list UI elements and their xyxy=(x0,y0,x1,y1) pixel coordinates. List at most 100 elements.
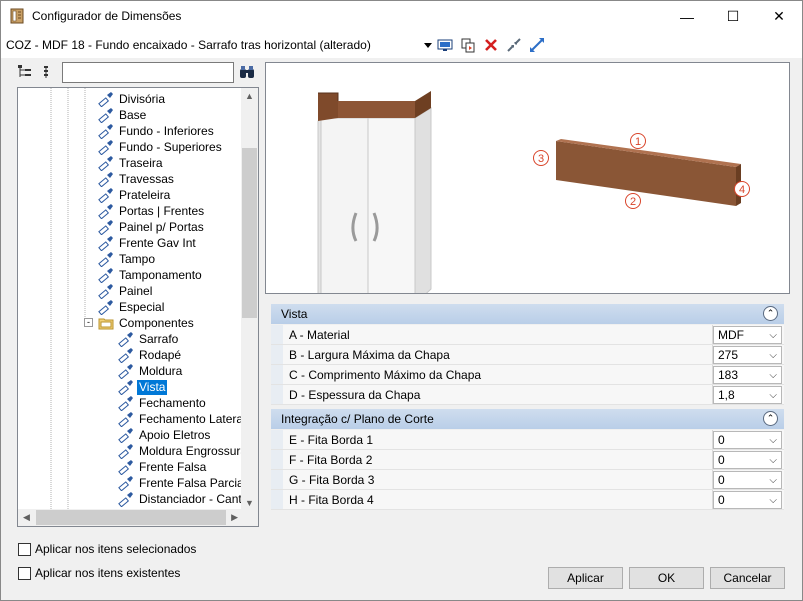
property-value-dropdown[interactable]: MDF ⌵ xyxy=(713,326,782,344)
chevron-down-icon[interactable]: ⌵ xyxy=(769,435,777,446)
chevron-down-icon[interactable]: ⌵ xyxy=(769,475,777,486)
maximize-button[interactable]: ☐ xyxy=(710,1,756,32)
apply-selected-checkbox[interactable]: Aplicar nos itens selecionados xyxy=(18,542,196,556)
tree-hierarchy-icon[interactable] xyxy=(17,64,33,80)
tree-item[interactable]: Divisória xyxy=(98,91,167,107)
tree-list-icon[interactable] xyxy=(41,64,57,80)
tree-horizontal-scrollbar[interactable]: ◀ ▶ xyxy=(18,509,243,526)
scroll-down-arrow-icon[interactable]: ▼ xyxy=(245,498,254,508)
tree-item[interactable]: Moldura Engrossuram xyxy=(118,443,258,459)
tree-item-label: Painel p/ Portas xyxy=(119,219,204,234)
chevron-down-icon[interactable]: ⌵ xyxy=(769,390,777,401)
tree-item[interactable]: Vista xyxy=(118,379,168,395)
chevron-down-icon[interactable]: ⌵ xyxy=(769,495,777,506)
cancel-button[interactable]: Cancelar xyxy=(710,567,785,589)
chevron-down-icon[interactable]: ⌵ xyxy=(769,330,777,341)
apply-existing-checkbox[interactable]: Aplicar nos itens existentes xyxy=(18,566,180,580)
edge-marker-4: 4 xyxy=(734,181,750,197)
tree-item[interactable]: Frente Falsa Parcial xyxy=(118,475,248,491)
tree-item[interactable]: Painel p/ Portas xyxy=(98,219,206,235)
row-gutter xyxy=(271,490,283,509)
collapse-arrows-icon[interactable] xyxy=(506,37,522,53)
checkbox-box[interactable] xyxy=(18,542,31,556)
tree-item[interactable]: Fechamento Lateral xyxy=(118,411,248,427)
expand-arrows-icon[interactable] xyxy=(529,37,545,53)
tree-item[interactable]: Frente Falsa xyxy=(118,459,208,475)
tree-vertical-scroll-thumb[interactable] xyxy=(242,148,257,318)
tree-item[interactable]: Painel xyxy=(98,283,154,299)
tree-item[interactable]: Fechamento xyxy=(118,395,208,411)
checkbox-box[interactable] xyxy=(18,566,31,580)
property-value-dropdown[interactable]: 183 ⌵ xyxy=(713,366,782,384)
tree-item[interactable]: Moldura xyxy=(118,363,184,379)
svg-text:2: 2 xyxy=(630,196,636,208)
tree-item[interactable]: - Componentes xyxy=(84,315,196,331)
property-value-dropdown[interactable]: 0 ⌵ xyxy=(713,471,782,489)
property-name: B - Largura Máxima da Chapa xyxy=(283,345,713,364)
component-tree[interactable]: Divisória Base Fundo - Inferiores Fundo - S… xyxy=(17,87,259,527)
chevron-down-icon[interactable]: ⌵ xyxy=(769,350,777,361)
tree-item[interactable]: Especial xyxy=(98,299,166,315)
property-value-dropdown[interactable]: 0 ⌵ xyxy=(713,451,782,469)
tree-item[interactable]: Fundo - Superiores xyxy=(98,139,224,155)
tree-item[interactable]: Tampo xyxy=(98,251,157,267)
tree-item-label: Tamponamento xyxy=(119,267,202,282)
chevron-down-icon[interactable]: ⌵ xyxy=(769,455,777,466)
close-button[interactable]: ✕ xyxy=(756,1,802,32)
ok-button[interactable]: OK xyxy=(629,567,704,589)
tree-item[interactable]: Prateleira xyxy=(98,187,172,203)
tree-item[interactable]: Apoio Eletros xyxy=(118,427,212,443)
tree-item[interactable]: Portas | Frentes xyxy=(98,203,206,219)
row-gutter xyxy=(271,470,283,489)
scroll-left-arrow-icon[interactable]: ◀ xyxy=(23,512,30,523)
svg-text:4: 4 xyxy=(739,184,745,196)
item-toolbar: COZ - MDF 18 - Fundo encaixado - Sarrafo… xyxy=(1,32,802,58)
property-value: 0 xyxy=(718,473,725,487)
tree-item[interactable]: Base xyxy=(98,107,148,123)
tree-item[interactable]: Rodapé xyxy=(118,347,183,363)
pencil-ruler-icon xyxy=(98,219,117,235)
chevron-down-icon[interactable]: ⌵ xyxy=(769,370,777,381)
tree-item[interactable]: Distanciador - Canto xyxy=(118,491,250,507)
property-value: 0 xyxy=(718,433,725,447)
collapse-chevron-icon[interactable]: ⌃ xyxy=(763,306,778,321)
tree-expander-minus-icon[interactable]: - xyxy=(84,318,93,327)
vista-board-illustration xyxy=(556,139,741,206)
monitor-icon[interactable] xyxy=(437,37,453,53)
scroll-right-arrow-icon[interactable]: ▶ xyxy=(231,512,238,523)
delete-x-icon[interactable] xyxy=(483,37,499,53)
edge-marker-1: 1 xyxy=(630,133,646,149)
property-value-dropdown[interactable]: 1,8 ⌵ xyxy=(713,386,782,404)
tree-item[interactable]: Sarrafo xyxy=(118,331,180,347)
category-integracao[interactable]: Integração c/ Plano de Corte ⌃ xyxy=(271,409,784,429)
tree-item[interactable]: Frente Gav Int xyxy=(98,235,198,251)
dropdown-arrow-icon[interactable] xyxy=(420,37,436,53)
binoculars-icon[interactable] xyxy=(239,64,255,80)
property-value-dropdown[interactable]: 0 ⌵ xyxy=(713,431,782,449)
search-input[interactable] xyxy=(62,62,234,83)
property-row: E - Fita Borda 1 0 ⌵ xyxy=(271,430,784,450)
copy-icon[interactable] xyxy=(460,37,476,53)
property-value: 0 xyxy=(718,493,725,507)
minimize-button[interactable]: — xyxy=(664,1,710,32)
svg-text:3: 3 xyxy=(538,153,544,165)
property-value-dropdown[interactable]: 0 ⌵ xyxy=(713,491,782,509)
tree-item[interactable]: Tamponamento xyxy=(98,267,204,283)
pencil-ruler-icon xyxy=(98,251,117,267)
tree-item-label: Tampo xyxy=(119,251,156,266)
apply-button[interactable]: Aplicar xyxy=(548,567,623,589)
tree-vertical-scrollbar[interactable]: ▲ ▼ xyxy=(241,88,258,511)
tree-item-label: Fechamento Lateral xyxy=(139,411,246,426)
tree-item[interactable]: Fundo - Inferiores xyxy=(98,123,216,139)
tree-horizontal-scroll-thumb[interactable] xyxy=(36,510,226,525)
property-value-dropdown[interactable]: 275 ⌵ xyxy=(713,346,782,364)
scroll-up-arrow-icon[interactable]: ▲ xyxy=(245,91,254,101)
tree-item[interactable]: Traseira xyxy=(98,155,165,171)
app-icon xyxy=(10,8,24,24)
tree-item[interactable]: Travessas xyxy=(98,171,176,187)
category-vista[interactable]: Vista ⌃ xyxy=(271,304,784,324)
property-name: G - Fita Borda 3 xyxy=(283,470,713,489)
pencil-ruler-icon xyxy=(98,171,117,187)
collapse-chevron-icon[interactable]: ⌃ xyxy=(763,411,778,426)
property-row: B - Largura Máxima da Chapa 275 ⌵ xyxy=(271,345,784,365)
